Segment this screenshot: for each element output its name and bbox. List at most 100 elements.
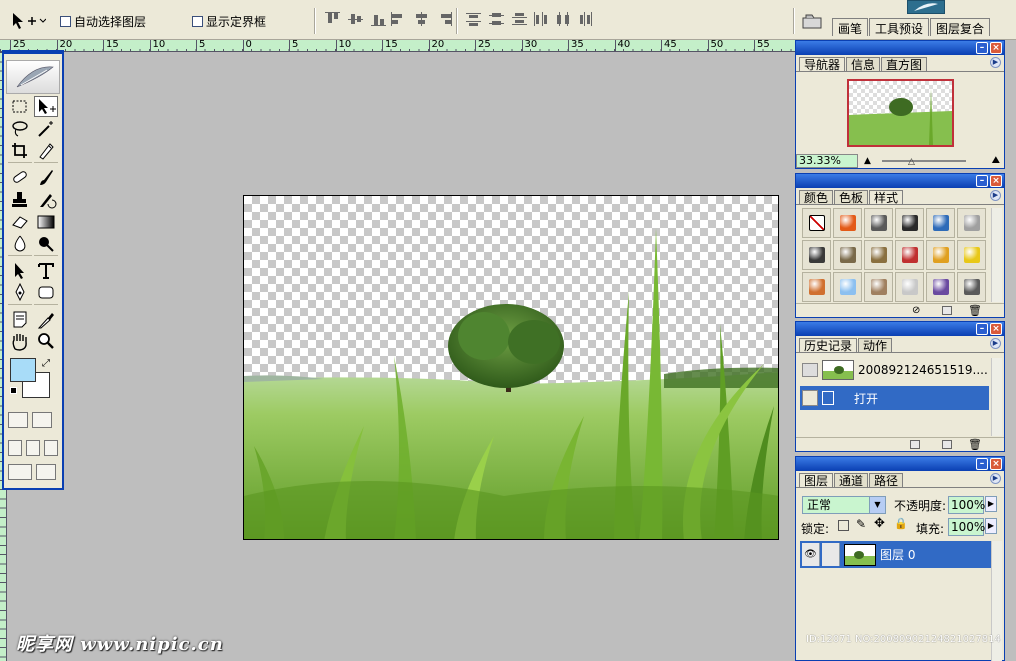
distribute-left-edges-icon[interactable] [533,12,548,26]
style-swatch[interactable] [926,240,955,270]
type-tool-icon[interactable] [34,260,58,281]
style-swatch[interactable] [957,272,986,302]
file-browser-icon[interactable] [801,12,823,30]
tab-tool-presets[interactable]: 工具预设 [869,18,930,36]
fill-field[interactable]: 100% [948,518,985,536]
horizontal-ruler[interactable]: 25 20 15 10 5 0 5 10 15 20 25 30 35 40 45 50 55 [0,40,795,52]
chevron-down-icon[interactable]: ▼ [869,497,885,513]
swap-colors-icon[interactable]: ⤢ [42,358,50,369]
eyedropper-tool-icon[interactable] [34,309,58,330]
history-scrollbar[interactable] [991,358,1002,436]
shape-tool-icon[interactable] [34,282,58,303]
distribute-vertical-centers-icon[interactable] [489,12,504,26]
checkbox-box[interactable] [60,16,71,27]
clone-stamp-icon[interactable] [8,189,32,210]
new-style-icon[interactable] [942,306,952,315]
style-swatch[interactable] [802,272,831,302]
style-swatch[interactable] [926,208,955,238]
style-swatch[interactable] [957,208,986,238]
eraser-tool-icon[interactable] [8,211,32,232]
pen-tool-icon[interactable] [8,282,32,303]
blend-mode-select[interactable]: 正常 ▼ [802,496,886,514]
history-snapshot[interactable]: 200892124651519.... [800,358,989,382]
tab-layer-comps[interactable]: 图层复合 [930,18,991,36]
trash-icon[interactable]: 🗑 [968,304,982,317]
style-swatch-none[interactable] [802,208,831,238]
history-state-open[interactable]: 打开 [800,386,989,410]
standard-mode-icon[interactable] [8,412,28,428]
panel-titlebar[interactable]: – × [796,41,1004,55]
foreground-color-swatch[interactable] [10,358,36,382]
style-swatch[interactable] [895,208,924,238]
marquee-tool-icon[interactable] [8,96,32,117]
lock-transparency-icon[interactable] [838,520,849,531]
style-swatch[interactable] [864,272,893,302]
history-brush-source-icon[interactable] [802,363,818,377]
tab-color[interactable]: 颜色 [799,190,834,205]
align-vertical-centers-icon[interactable] [348,12,363,26]
zoom-slider-knob[interactable]: △ [908,157,915,167]
tab-info[interactable]: 信息 [846,57,881,72]
style-swatch[interactable] [895,272,924,302]
full-screen-menu-mode-icon[interactable] [26,440,40,456]
tab-brushes[interactable]: 画笔 [832,18,869,36]
panel-menu-icon[interactable]: ▶ [990,338,1001,349]
style-swatch[interactable] [926,272,955,302]
tab-actions[interactable]: 动作 [858,338,893,353]
lock-all-icon[interactable]: 🔒 [894,517,908,530]
style-swatch[interactable] [833,208,862,238]
layer-row[interactable]: 👁 图层 0 [800,541,991,568]
tab-swatches[interactable]: 色板 [834,190,869,205]
adobe-online-button[interactable] [907,0,945,14]
magic-wand-icon[interactable] [34,118,58,139]
zoom-out-icon[interactable]: ▲ [864,156,871,166]
style-swatch[interactable] [864,240,893,270]
lasso-tool-icon[interactable] [8,118,32,139]
lock-position-icon[interactable]: ✥ [874,516,885,531]
styles-scrollbar[interactable] [991,208,1002,302]
lock-image-icon[interactable]: ✎ [856,517,866,531]
default-colors-icon[interactable] [10,387,17,394]
history-checkbox[interactable] [802,390,818,406]
tab-navigator[interactable]: 导航器 [799,57,846,72]
clear-style-icon[interactable]: ⊘ [912,305,920,316]
minimize-icon[interactable]: – [976,175,988,187]
panel-menu-icon[interactable]: ▶ [990,190,1001,201]
show-transform-controls-checkbox[interactable]: 显示定界框 [192,13,266,30]
brush-link-icon[interactable] [822,543,840,566]
crop-tool-icon[interactable] [8,140,32,161]
panel-titlebar[interactable]: – × [796,457,1004,471]
opacity-field[interactable]: 100% [948,496,985,514]
align-bottom-edges-icon[interactable] [371,12,386,26]
eye-icon[interactable]: 👁 [802,543,820,566]
minimize-icon[interactable]: – [976,458,988,470]
zoom-in-icon[interactable]: ⛰ [992,155,1000,166]
gradient-tool-icon[interactable] [34,211,58,232]
style-swatch[interactable] [833,272,862,302]
align-left-edges-icon[interactable] [391,12,406,26]
healing-brush-icon[interactable] [8,167,32,188]
tab-channels[interactable]: 通道 [834,473,869,488]
path-selection-icon[interactable] [8,260,32,281]
close-icon[interactable]: × [990,323,1002,335]
style-swatch[interactable] [895,240,924,270]
full-screen-mode-icon[interactable] [44,440,58,456]
auto-select-layer-checkbox[interactable]: 自动选择图层 [60,13,146,30]
style-swatch[interactable] [957,240,986,270]
navigator-thumbnail[interactable] [847,79,954,147]
align-horizontal-centers-icon[interactable] [414,12,429,26]
style-swatch[interactable] [802,240,831,270]
align-top-edges-icon[interactable] [325,12,340,26]
zoom-slider[interactable] [882,160,966,162]
tab-styles[interactable]: 样式 [869,190,904,205]
zoom-field[interactable]: 33.33% [796,154,858,168]
new-document-from-state-icon[interactable] [910,440,920,449]
tab-history[interactable]: 历史记录 [799,338,858,353]
align-right-edges-icon[interactable] [437,12,452,26]
dodge-tool-icon[interactable] [34,233,58,254]
slice-tool-icon[interactable] [34,140,58,161]
style-swatch[interactable] [833,240,862,270]
blur-tool-icon[interactable] [8,233,32,254]
edit-in-imageready-icon[interactable] [36,464,56,480]
history-brush-icon[interactable] [34,189,58,210]
